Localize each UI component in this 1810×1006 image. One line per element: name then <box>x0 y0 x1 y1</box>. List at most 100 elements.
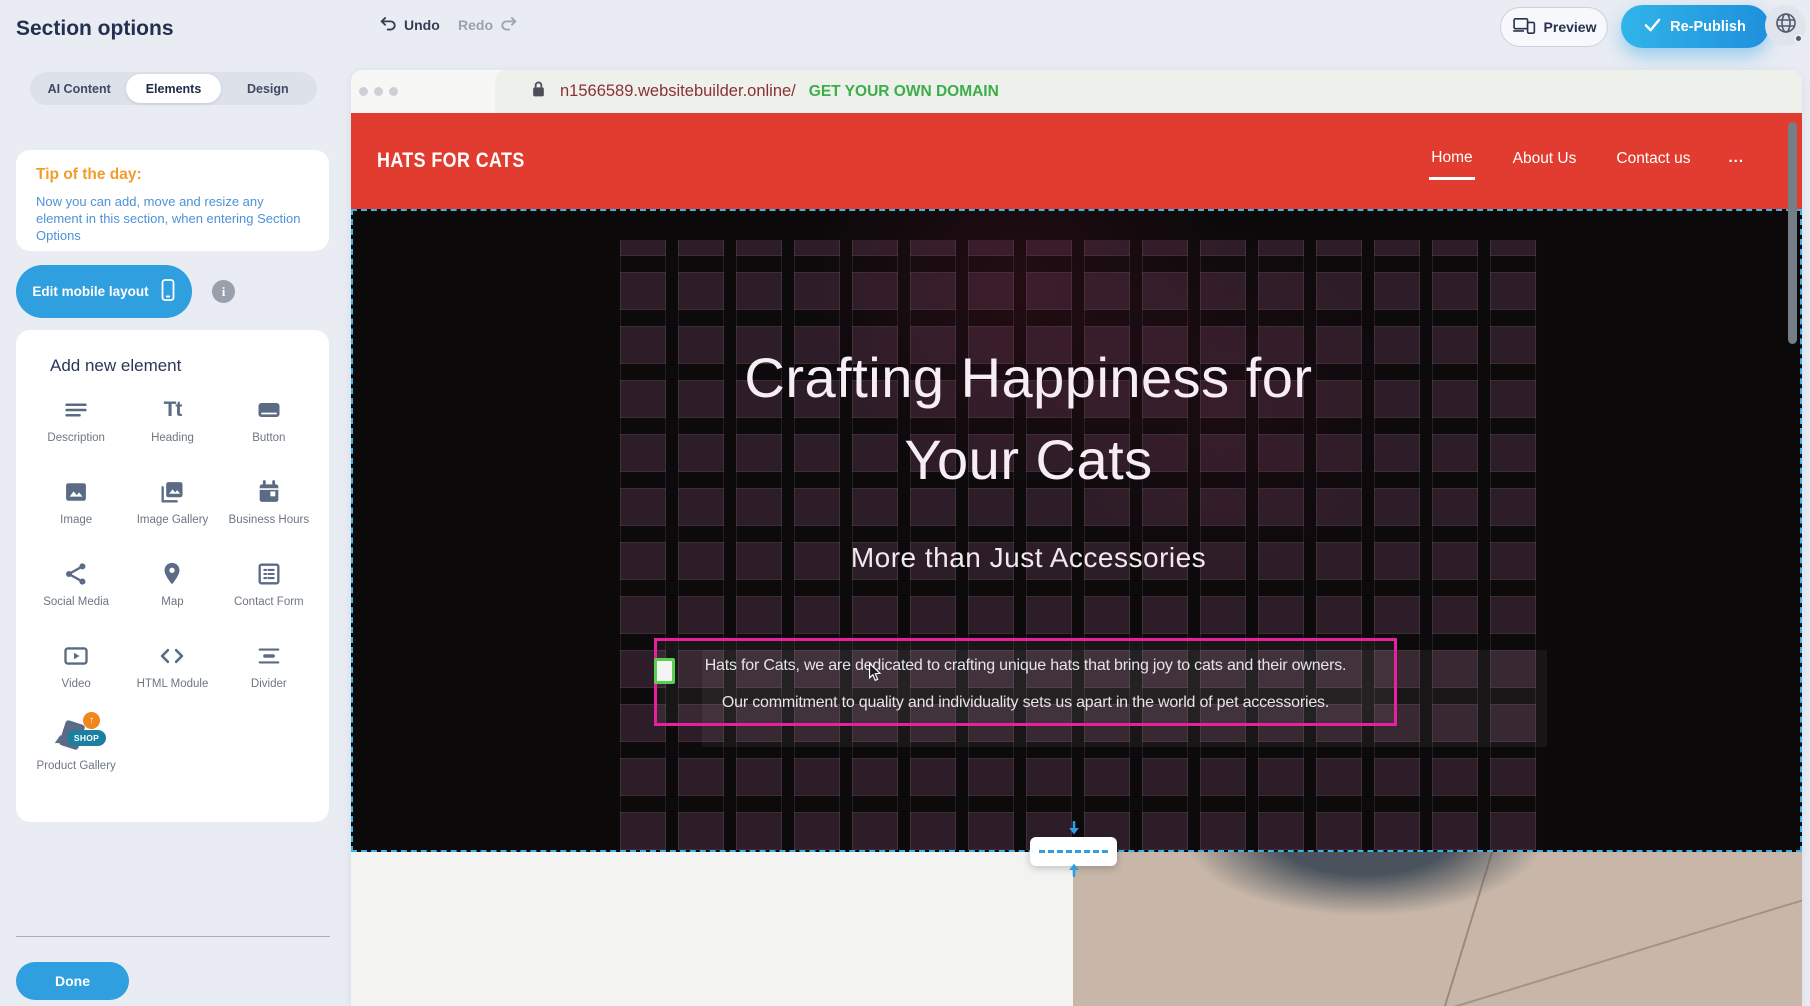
element-video[interactable]: Video <box>28 640 124 722</box>
element-business-hours[interactable]: Business Hours <box>221 476 317 558</box>
browser-bar: n1566589.websitebuilder.online/ GET YOUR… <box>351 70 1802 113</box>
redo-label: Redo <box>458 17 493 33</box>
upgrade-arrow-badge: ↑ <box>83 712 100 729</box>
preview-button[interactable]: Preview <box>1500 7 1608 47</box>
product-gallery-icon: ↑ SHOP <box>54 722 98 754</box>
shop-badge: SHOP <box>67 730 106 746</box>
calendar-icon <box>255 476 283 508</box>
nav-more-button[interactable]: ... <box>1728 149 1744 174</box>
top-bar: Section options Undo Redo Preview Re-Pub… <box>0 0 1810 64</box>
element-label: Business Hours <box>229 514 310 527</box>
address-bar: n1566589.websitebuilder.online/ GET YOUR… <box>495 70 1802 113</box>
element-heading[interactable]: Tt Heading <box>124 394 220 476</box>
selected-text-element[interactable]: Hats for Cats, we are dedicated to craft… <box>654 638 1397 726</box>
window-dots-icon <box>359 87 398 96</box>
site-header[interactable]: HATS FOR CATS Home About Us Contact us .… <box>351 113 1802 209</box>
info-icon[interactable]: i <box>212 280 235 303</box>
element-social-media[interactable]: Social Media <box>28 558 124 640</box>
redo-button[interactable]: Redo <box>458 16 517 34</box>
site-url: n1566589.websitebuilder.online/ <box>560 82 796 101</box>
section-resize-handle[interactable] <box>1030 837 1117 866</box>
element-label: Product Gallery <box>37 760 116 773</box>
mobile-phone-icon <box>160 278 176 305</box>
video-icon <box>62 640 90 672</box>
add-element-title: Add new element <box>50 356 329 376</box>
site-canvas: n1566589.websitebuilder.online/ GET YOUR… <box>351 70 1802 1006</box>
section-options-sidebar: AI Content Elements Design Tip of the da… <box>0 64 345 1006</box>
devices-icon <box>1512 17 1536 38</box>
site-logo: HATS FOR CATS <box>377 149 525 173</box>
undo-icon <box>380 16 397 34</box>
tip-of-the-day-card: Tip of the day: Now you can add, move an… <box>16 150 329 251</box>
nav-home[interactable]: Home <box>1429 143 1474 180</box>
element-label: Image <box>60 514 92 527</box>
next-section-floor-image[interactable] <box>1073 852 1802 1006</box>
element-html-module[interactable]: HTML Module <box>124 640 220 722</box>
element-button[interactable]: Button <box>221 394 317 476</box>
element-product-gallery[interactable]: ↑ SHOP Product Gallery <box>28 722 124 804</box>
canvas-scrollbar[interactable] <box>1788 122 1797 344</box>
element-description[interactable]: Description <box>28 394 124 476</box>
arrow-up-icon <box>1066 862 1081 882</box>
element-label: HTML Module <box>137 678 209 691</box>
tab-design[interactable]: Design <box>221 74 315 103</box>
element-grid: Description Tt Heading Button Image Imag… <box>16 394 329 804</box>
element-label: Image Gallery <box>137 514 209 527</box>
arrow-down-icon <box>1066 821 1081 841</box>
edit-mobile-label: Edit mobile layout <box>32 284 148 299</box>
image-icon <box>62 476 90 508</box>
element-label: Button <box>252 432 285 445</box>
tab-ai-content[interactable]: AI Content <box>32 74 126 103</box>
redo-icon <box>500 16 517 34</box>
site-nav: Home About Us Contact us ... <box>1429 113 1744 209</box>
edit-mobile-layout-button[interactable]: Edit mobile layout <box>16 265 192 318</box>
lock-icon <box>495 80 546 103</box>
hero-heading: Crafting Happiness for Your Cats <box>744 337 1312 501</box>
next-section-left[interactable] <box>351 852 1073 1006</box>
description-icon <box>62 394 90 426</box>
element-label: Heading <box>151 432 194 445</box>
get-domain-link[interactable]: GET YOUR OWN DOMAIN <box>809 83 999 101</box>
element-label: Divider <box>251 678 287 691</box>
element-label: Video <box>62 678 91 691</box>
language-globe-button[interactable] <box>1765 5 1806 46</box>
globe-status-dot <box>1794 34 1803 43</box>
hero-paragraph-line: Hats for Cats, we are dedicated to craft… <box>657 653 1394 678</box>
element-image-gallery[interactable]: Image Gallery <box>124 476 220 558</box>
element-label: Contact Form <box>234 596 304 609</box>
code-icon <box>158 640 186 672</box>
republish-label: Re-Publish <box>1670 19 1746 35</box>
tip-title: Tip of the day: <box>36 166 309 184</box>
element-label: Social Media <box>43 596 109 609</box>
divider-icon <box>255 640 283 672</box>
undo-label: Undo <box>404 17 440 33</box>
element-contact-form[interactable]: Contact Form <box>221 558 317 640</box>
map-pin-icon <box>158 558 186 590</box>
element-divider[interactable]: Divider <box>221 640 317 722</box>
tip-body: Now you can add, move and resize any ele… <box>36 193 309 244</box>
contact-form-icon <box>255 558 283 590</box>
add-new-element-panel: Add new element Description Tt Heading B… <box>16 330 329 822</box>
element-image[interactable]: Image <box>28 476 124 558</box>
element-label: Description <box>47 432 105 445</box>
element-label: Map <box>161 596 183 609</box>
check-icon <box>1644 18 1661 36</box>
done-button[interactable]: Done <box>16 962 129 1000</box>
share-icon <box>62 558 90 590</box>
resize-dash-icon <box>1039 850 1108 853</box>
element-drag-handle[interactable] <box>654 658 675 684</box>
hero-subheading: More than Just Accessories <box>851 542 1206 574</box>
heading-icon: Tt <box>164 394 182 426</box>
tab-elements[interactable]: Elements <box>126 74 220 103</box>
element-map[interactable]: Map <box>124 558 220 640</box>
nav-contact-us[interactable]: Contact us <box>1614 144 1692 178</box>
nav-about-us[interactable]: About Us <box>1511 144 1579 178</box>
hero-section-selected[interactable]: Crafting Happiness for Your Cats More th… <box>351 209 1802 852</box>
preview-label: Preview <box>1544 19 1597 35</box>
undo-button[interactable]: Undo <box>380 16 440 34</box>
button-icon <box>255 394 283 426</box>
image-gallery-icon <box>158 476 186 508</box>
republish-button[interactable]: Re-Publish <box>1621 5 1769 48</box>
page-title: Section options <box>16 17 174 41</box>
hero-paragraph-line: Our commitment to quality and individual… <box>657 690 1394 715</box>
